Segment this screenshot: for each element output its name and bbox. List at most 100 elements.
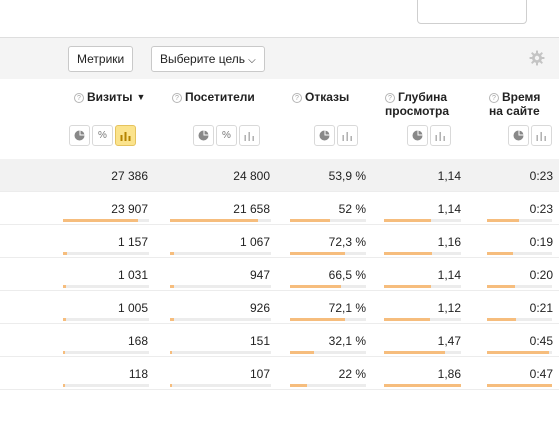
cell-visits: 23 907	[111, 202, 148, 216]
top-dropdown[interactable]	[417, 0, 527, 24]
chevron-down-icon: ⌵	[248, 55, 256, 66]
share-bar-fill	[384, 384, 461, 387]
share-bar-fill	[63, 384, 65, 387]
cell-bounces: 72,1 %	[328, 301, 366, 315]
visits-view-buttons: %	[69, 125, 136, 147]
share-bar	[290, 384, 366, 387]
pie-chart-button[interactable]	[193, 125, 214, 146]
share-bar	[63, 252, 149, 255]
cell-visits: 1 005	[117, 301, 148, 315]
table-row[interactable]: 1 157 1 067 72,3 % 1,16 0:19	[0, 225, 559, 258]
cell-time: 0:45	[529, 334, 553, 348]
time-view-buttons	[508, 125, 552, 147]
share-bar	[487, 219, 552, 222]
column-header-depth[interactable]: ? Глубина просмотра	[385, 90, 455, 118]
share-bar	[384, 219, 461, 222]
help-icon[interactable]: ?	[489, 93, 499, 103]
cell-time: 0:20	[529, 268, 553, 282]
cell-visitors: 21 658	[233, 202, 270, 216]
share-bar-fill	[170, 351, 172, 354]
bar-chart-button[interactable]	[531, 125, 552, 146]
column-title-visits: Визиты	[87, 90, 133, 104]
share-bar	[290, 318, 366, 321]
bar-chart-icon	[536, 131, 546, 141]
share-bar-fill	[170, 219, 259, 222]
top-strip	[0, 0, 559, 37]
share-bar	[384, 351, 461, 354]
cell-time: 0:23	[529, 202, 553, 216]
cell-time: 0:47	[529, 367, 553, 381]
pie-chart-button[interactable]	[314, 125, 335, 146]
percent-label: %	[98, 130, 107, 141]
share-bar-fill	[290, 219, 330, 222]
pie-chart-button[interactable]	[407, 125, 428, 146]
column-header-visits[interactable]: ? Визиты ▼	[74, 90, 145, 104]
cell-depth: 1,12	[437, 301, 461, 315]
share-bar	[290, 252, 366, 255]
percent-label: %	[222, 130, 231, 141]
bar-chart-icon	[435, 131, 445, 141]
bar-chart-button[interactable]	[430, 125, 451, 146]
table-row[interactable]: 1 031 947 66,5 % 1,14 0:20	[0, 258, 559, 291]
share-bar-fill	[384, 351, 445, 354]
share-bar-fill	[487, 351, 550, 354]
column-header-bounces[interactable]: ? Отказы	[292, 90, 349, 104]
table-row[interactable]: 118 107 22 % 1,86 0:47	[0, 357, 559, 390]
percent-button[interactable]: %	[216, 125, 237, 146]
bar-chart-button[interactable]	[239, 125, 260, 146]
bar-chart-button[interactable]	[115, 125, 136, 146]
share-bar-fill	[170, 252, 175, 255]
cell-depth: 1,86	[437, 367, 461, 381]
column-header-visitors[interactable]: ? Посетители	[172, 90, 255, 104]
metrics-button[interactable]: Метрики	[68, 46, 134, 72]
column-header-time[interactable]: ? Время на сайте	[489, 90, 551, 118]
share-bar-fill	[290, 285, 341, 288]
share-bar	[170, 285, 271, 288]
share-bar-fill	[384, 318, 431, 321]
share-bar	[384, 318, 461, 321]
share-bar-fill	[487, 219, 519, 222]
pie-chart-icon	[198, 130, 209, 141]
bar-chart-button[interactable]	[337, 125, 358, 146]
percent-button[interactable]: %	[92, 125, 113, 146]
share-bar-fill	[290, 252, 345, 255]
pie-chart-button[interactable]	[69, 125, 90, 146]
share-bar-fill	[63, 318, 67, 321]
share-bar	[384, 252, 461, 255]
totals-row: 27 386 24 800 53,9 % 1,14 0:23	[0, 159, 559, 192]
cell-bounces: 72,3 %	[328, 235, 366, 249]
cell-visits: 27 386	[111, 169, 148, 183]
table-row[interactable]: 23 907 21 658 52 % 1,14 0:23	[0, 192, 559, 225]
pie-chart-button[interactable]	[508, 125, 529, 146]
share-bar	[170, 384, 271, 387]
cell-visits: 118	[128, 367, 148, 381]
cell-visits: 1 157	[117, 235, 148, 249]
bounces-view-buttons	[314, 125, 358, 147]
cell-bounces: 32,1 %	[328, 334, 366, 348]
share-bar	[63, 384, 149, 387]
bar-chart-icon	[342, 131, 352, 141]
share-bar	[487, 318, 552, 321]
help-icon[interactable]: ?	[74, 93, 84, 103]
table-row[interactable]: 168 151 32,1 % 1,47 0:45	[0, 324, 559, 357]
cell-visitors: 947	[249, 268, 270, 282]
goal-select[interactable]: Выберите цель ⌵	[151, 46, 265, 72]
help-icon[interactable]: ?	[385, 93, 395, 103]
share-bar-fill	[384, 285, 431, 288]
pie-chart-icon	[412, 130, 423, 141]
cell-depth: 1,14	[437, 169, 461, 183]
table-row[interactable]: 1 005 926 72,1 % 1,12 0:21	[0, 291, 559, 324]
help-icon[interactable]: ?	[172, 93, 182, 103]
share-bar	[487, 252, 552, 255]
gear-icon[interactable]	[529, 50, 545, 66]
share-bar	[170, 219, 271, 222]
share-bar-fill	[384, 219, 431, 222]
share-bar-fill	[290, 384, 307, 387]
share-bar	[63, 285, 149, 288]
share-bar	[487, 351, 552, 354]
share-bar	[384, 384, 461, 387]
help-icon[interactable]: ?	[292, 93, 302, 103]
table-toolbar: Метрики Выберите цель ⌵	[0, 37, 559, 80]
cell-depth: 1,14	[437, 268, 461, 282]
cell-time: 0:21	[529, 301, 553, 315]
